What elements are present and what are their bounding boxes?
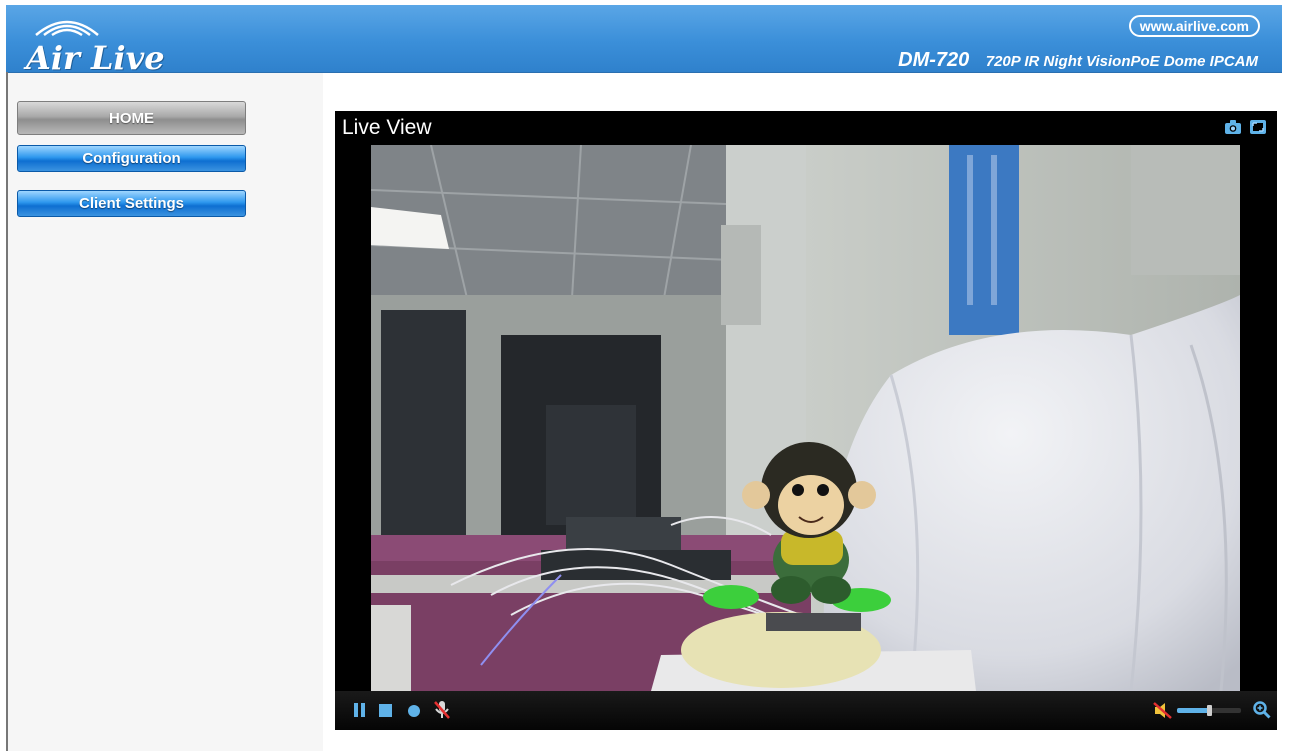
fullscreen-icon[interactable] <box>1249 119 1267 135</box>
camera-image <box>371 145 1240 691</box>
volume-level <box>1177 708 1209 713</box>
sidebar: HOME Configuration Client Settings <box>8 73 323 751</box>
client-settings-button[interactable]: Client Settings <box>17 190 246 217</box>
website-link[interactable]: www.airlive.com <box>1128 15 1260 37</box>
live-view-title: Live View <box>342 116 432 139</box>
camera-snapshot-icon[interactable] <box>1224 119 1242 135</box>
video-feed[interactable] <box>371 145 1240 691</box>
configuration-button[interactable]: Configuration <box>17 145 246 172</box>
brand-name: Air Live <box>26 39 165 77</box>
wireless-arcs-icon <box>35 20 99 37</box>
model-description: 720P IR Night VisionPoE Dome IPCAM <box>985 53 1258 70</box>
model-number: DM-720 <box>898 49 970 71</box>
header-banner: Air Live www.airlive.com DM-720 720P IR … <box>6 5 1282 77</box>
pause-icon[interactable] <box>353 702 367 718</box>
speaker-muted-icon[interactable] <box>1153 701 1173 720</box>
stop-icon[interactable] <box>378 702 394 718</box>
video-control-bar <box>335 691 1277 730</box>
record-icon[interactable] <box>406 702 422 718</box>
live-view-panel: Live View <box>335 111 1277 730</box>
zoom-in-icon[interactable] <box>1253 701 1271 719</box>
airlive-logo: Air Live <box>26 19 226 77</box>
product-model: DM-720 720P IR Night VisionPoE Dome IPCA… <box>898 49 1258 72</box>
volume-handle[interactable] <box>1207 705 1212 716</box>
home-button[interactable]: HOME <box>17 101 246 135</box>
volume-slider[interactable] <box>1177 705 1241 716</box>
microphone-muted-icon[interactable] <box>433 700 451 720</box>
